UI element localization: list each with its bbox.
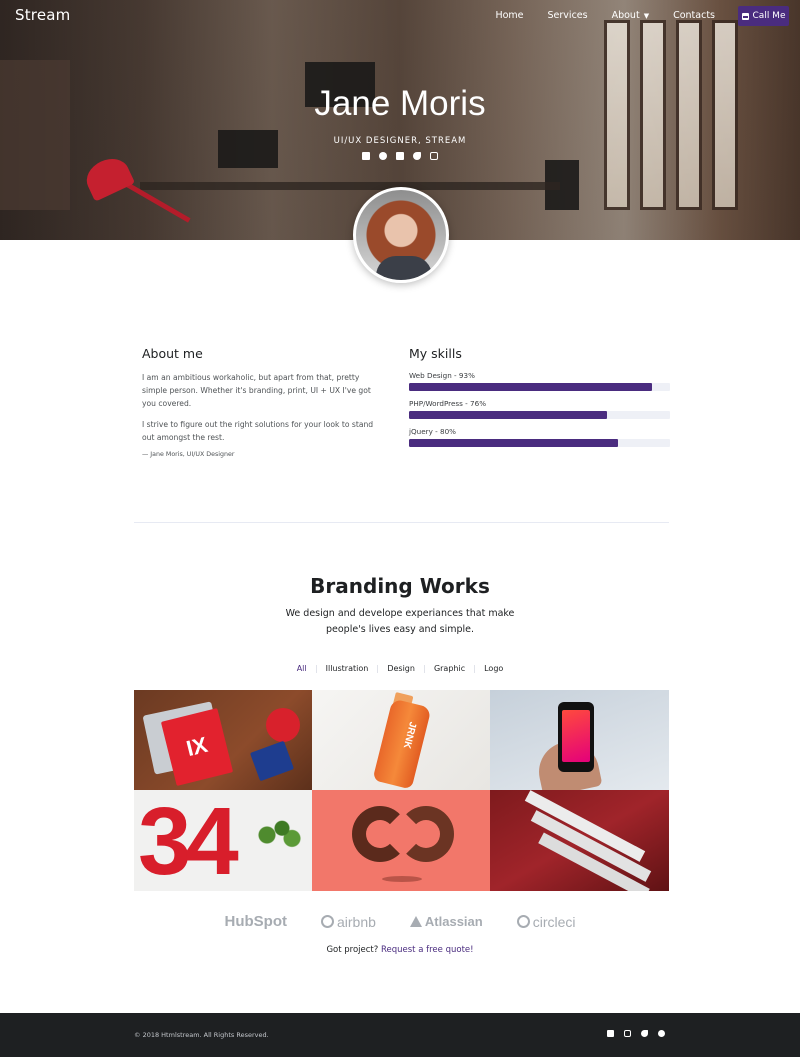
main-nav: Home Services About ▼ Contacts — [471, 10, 715, 21]
copyright-text: © 2018 Htmlstream. All Rights Reserved. — [134, 1031, 269, 1039]
client-logos: HubSpot airbnb Atlassian circleci — [0, 913, 800, 930]
wood-letter-right-image — [398, 806, 454, 862]
call-me-button[interactable]: Call Me — [738, 6, 789, 26]
phone-screen-image — [562, 710, 590, 762]
footer: © 2018 Htmlstream. All Rights Reserved. — [0, 1013, 800, 1057]
hero-subtitle: UI/UX DESIGNER, STREAM — [333, 136, 467, 146]
hero-name: Jane Moris — [314, 84, 486, 123]
atlassian-logo: Atlassian — [409, 914, 483, 929]
business-cards-image — [249, 740, 295, 782]
about-paragraph: I am an ambitious workaholic, but apart … — [142, 373, 371, 409]
works-title: Branding Works — [310, 574, 490, 598]
circleci-mark-icon — [516, 915, 530, 928]
about-title: About me — [142, 346, 203, 361]
number-sign-image: 34 — [138, 790, 239, 891]
call-me-label: Call Me — [752, 11, 786, 21]
portfolio-item[interactable] — [490, 690, 669, 790]
about-signature: — Jane Moris, UI/UX Designer — [142, 451, 235, 459]
skills-section: My skills Web Design - 93% PHP/WordPress… — [409, 346, 670, 455]
atlassian-mark-icon — [409, 916, 422, 927]
project-cta: Got project? Request a free quote! — [0, 945, 800, 955]
dribbble-icon[interactable] — [658, 1030, 665, 1037]
hubspot-logo: HubSpot — [225, 913, 287, 930]
airbnb-logo-text: airbnb — [336, 913, 376, 930]
hubspot-logo-text: HubSpot — [224, 913, 287, 930]
instagram-icon[interactable] — [624, 1030, 631, 1037]
skill-progress-fill — [409, 411, 608, 419]
desk-decor — [140, 182, 560, 190]
footer-social-links — [607, 1030, 665, 1037]
facebook-icon[interactable] — [362, 152, 370, 160]
filter-separator — [474, 664, 476, 673]
section-divider — [134, 522, 669, 523]
project-text: Got project? — [326, 945, 379, 955]
avatar — [353, 187, 449, 283]
airbnb-logo: airbnb — [320, 913, 376, 930]
nav-home[interactable]: Home — [495, 10, 523, 21]
request-quote-link[interactable]: Request a free quote! — [381, 945, 474, 955]
skill-item: PHP/WordPress - 76% — [409, 399, 670, 419]
skill-progress-track — [409, 383, 670, 391]
filter-separator — [377, 664, 379, 673]
plant-image — [252, 818, 302, 852]
bookshelf-decor — [0, 60, 70, 210]
skill-progress-track — [409, 411, 670, 419]
about-section: About me I am an ambitious workaholic, b… — [142, 346, 382, 458]
filter-graphic[interactable]: Graphic — [434, 664, 465, 673]
nav-services[interactable]: Services — [548, 10, 588, 21]
dribbble-icon[interactable] — [379, 152, 387, 160]
filter-separator — [315, 664, 317, 673]
nav-about[interactable]: About ▼ — [612, 10, 649, 21]
portfolio-filters: All Illustration Design Graphic Logo — [0, 664, 800, 673]
circleci-logo: circleci — [516, 913, 576, 930]
phone-icon — [741, 12, 749, 20]
mug-image — [266, 708, 300, 742]
portfolio-item[interactable] — [490, 790, 669, 891]
filter-separator — [423, 664, 425, 673]
notebook-image: IX — [160, 707, 234, 787]
brand-logo[interactable]: Stream — [15, 6, 70, 24]
facebook-icon[interactable] — [607, 1030, 614, 1037]
skill-label: jQuery - 80% — [409, 427, 456, 436]
skill-progress-fill — [409, 383, 652, 391]
portfolio-item[interactable]: 34 — [134, 790, 312, 891]
chevron-down-icon: ▼ — [643, 11, 650, 20]
skill-progress-track — [409, 439, 670, 447]
airbnb-mark-icon — [320, 915, 334, 928]
portfolio-item[interactable]: IX — [134, 690, 312, 790]
skill-item: jQuery - 80% — [409, 427, 670, 447]
filter-illustration[interactable]: Illustration — [326, 664, 369, 673]
skills-title: My skills — [409, 346, 462, 361]
skill-item: Web Design - 93% — [409, 371, 670, 391]
atlassian-logo-text: Atlassian — [424, 914, 483, 929]
shadow-decor — [382, 876, 422, 882]
skill-label: PHP/WordPress - 76% — [409, 399, 487, 408]
about-paragraph: I strive to figure out the right solutio… — [142, 419, 374, 442]
portfolio-item[interactable] — [312, 790, 490, 891]
linkedin-icon[interactable] — [396, 152, 404, 160]
nav-contacts[interactable]: Contacts — [673, 10, 715, 21]
portfolio-grid: IX JRNK 34 — [134, 690, 669, 891]
hero-social-links — [0, 152, 800, 160]
skill-progress-fill — [409, 439, 618, 447]
circleci-logo-text: circleci — [532, 913, 576, 930]
portfolio-item[interactable]: JRNK — [312, 690, 490, 790]
instagram-icon[interactable] — [430, 152, 438, 160]
twitter-icon[interactable] — [413, 152, 421, 160]
skill-label: Web Design - 93% — [409, 371, 475, 380]
filter-all[interactable]: All — [297, 664, 307, 673]
nav-about-label: About — [611, 10, 640, 21]
twitter-icon[interactable] — [641, 1030, 648, 1037]
works-description: We design and develope experiances that … — [285, 608, 515, 635]
filter-design[interactable]: Design — [387, 664, 415, 673]
filter-logo[interactable]: Logo — [484, 664, 503, 673]
